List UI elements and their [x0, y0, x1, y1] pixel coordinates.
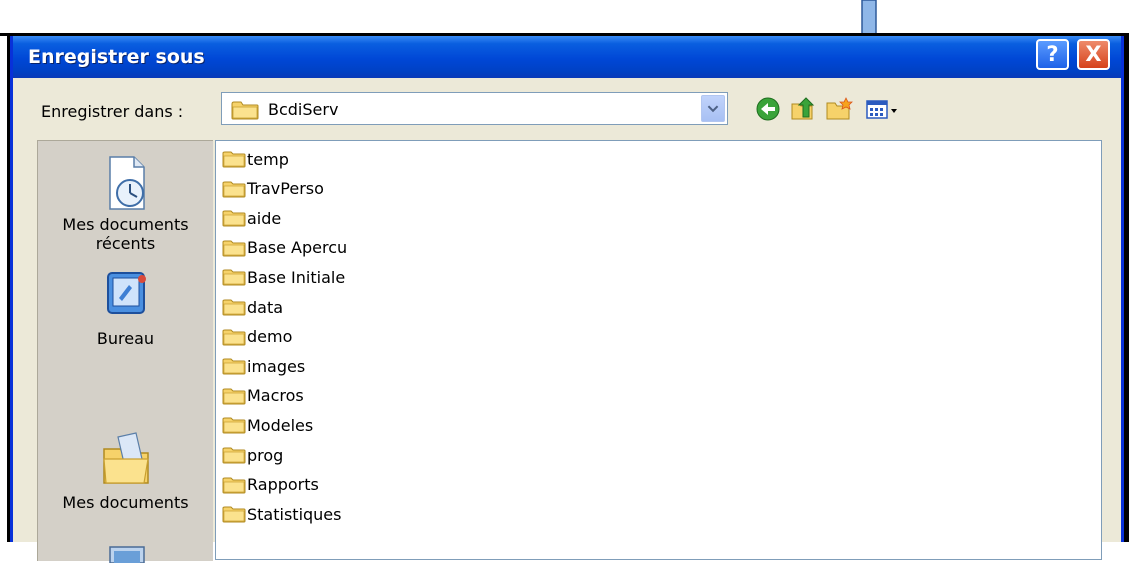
frame-edge	[1124, 33, 1129, 542]
file-list-item[interactable]: Statistiques	[222, 502, 341, 526]
folder-name: data	[247, 297, 284, 317]
folder-name: prog	[247, 445, 284, 465]
file-list-item[interactable]: TravPerso	[222, 177, 324, 201]
file-list-item[interactable]: aide	[222, 206, 281, 230]
place-label: récents	[95, 234, 156, 253]
folder-icon	[222, 181, 246, 198]
folder-icon	[222, 417, 246, 434]
folder-name: temp	[247, 149, 289, 169]
folder-icon	[222, 299, 246, 316]
file-list-item[interactable]: Modeles	[222, 413, 313, 437]
place-my-documents[interactable]: Mes documents	[38, 429, 213, 512]
chevron-down-icon	[707, 105, 719, 113]
up-folder-icon[interactable]	[789, 95, 817, 123]
file-list-item[interactable]: Base Initiale	[222, 265, 345, 289]
file-list-item[interactable]: demo	[222, 325, 292, 349]
folder-icon	[222, 151, 246, 168]
place-recent-documents[interactable]: Mes documents récents	[38, 153, 213, 253]
folder-name: images	[247, 356, 306, 376]
close-button[interactable]: X	[1077, 39, 1110, 70]
file-list-item[interactable]: images	[222, 354, 305, 378]
places-bar: Mes documents récents Bureau Mes documen…	[37, 140, 213, 564]
folder-icon	[222, 269, 246, 286]
place-my-computer[interactable]	[38, 533, 213, 567]
back-icon[interactable]	[754, 95, 782, 123]
new-folder-icon[interactable]	[825, 95, 853, 123]
folder-name: Modeles	[247, 415, 314, 435]
folder-name: Rapports	[247, 475, 319, 495]
file-list-item[interactable]: Rapports	[222, 473, 319, 497]
place-label: Mes documents	[62, 215, 189, 234]
place-label: Bureau	[96, 329, 155, 348]
desktop-icon	[106, 272, 146, 314]
folder-icon	[222, 477, 246, 494]
help-button[interactable]: ?	[1036, 39, 1069, 70]
folder-icon	[231, 101, 259, 120]
file-list-item[interactable]: prog	[222, 443, 283, 467]
folder-name: Base Apercu	[247, 238, 348, 258]
dropdown-arrow-button[interactable]	[701, 95, 725, 122]
view-menu-icon[interactable]	[864, 95, 904, 123]
save-as-dialog: Enregistrer sous ? X Enregistrer dans : …	[10, 36, 1124, 564]
dialog-title: Enregistrer sous	[28, 46, 205, 68]
folder-name: aide	[247, 208, 282, 228]
folder-icon	[222, 329, 246, 346]
recent-documents-icon	[108, 156, 145, 210]
folder-icon	[222, 447, 246, 464]
save-in-value: BcdiServ	[268, 100, 339, 119]
file-list: temp TravPerso aide Base Apercu Base Initial…	[215, 140, 1102, 560]
file-list-item[interactable]: Macros	[222, 384, 304, 408]
save-in-label: Enregistrer dans :	[41, 102, 184, 121]
folder-icon	[222, 388, 246, 405]
folder-icon	[222, 240, 246, 257]
folder-icon	[222, 358, 246, 375]
folder-icon	[222, 210, 246, 227]
folder-name: Base Initiale	[247, 267, 346, 287]
place-label: Mes documents	[62, 493, 189, 512]
folder-icon	[222, 506, 246, 523]
file-list-item[interactable]: Base Apercu	[222, 236, 347, 260]
save-in-dropdown[interactable]: BcdiServ	[221, 92, 728, 125]
my-computer-icon	[108, 546, 145, 564]
file-list-item[interactable]: data	[222, 295, 283, 319]
title-bar[interactable]: Enregistrer sous ? X	[13, 36, 1121, 78]
folder-name: Macros	[247, 386, 304, 406]
folder-name: demo	[247, 327, 293, 347]
my-documents-icon	[102, 432, 149, 484]
file-list-item[interactable]: temp	[222, 147, 289, 171]
folder-name: TravPerso	[247, 179, 324, 199]
folder-name: Statistiques	[247, 504, 342, 524]
place-desktop[interactable]: Bureau	[38, 265, 213, 348]
